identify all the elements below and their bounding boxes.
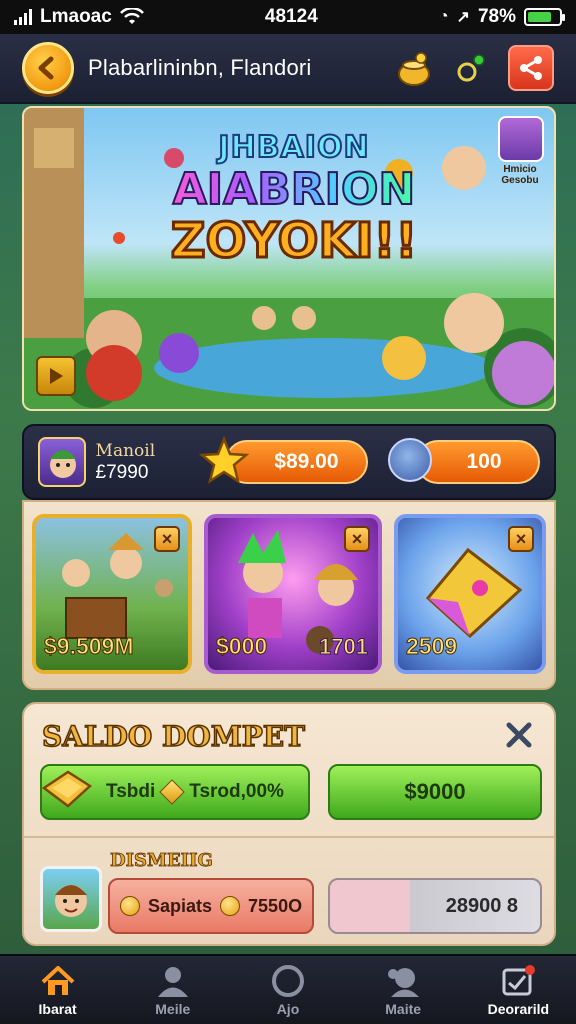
topup-label: Tsbdi — [106, 781, 156, 802]
player-score: £7990 — [95, 462, 149, 483]
player-avatar[interactable] — [38, 437, 86, 487]
circle-icon — [268, 963, 308, 999]
status-left: Lmaoac — [14, 6, 144, 28]
swap-button[interactable]: Sapiats 7550O — [108, 878, 314, 934]
nav-home[interactable]: Ibarat — [8, 963, 108, 1017]
friend-face-icon — [55, 885, 87, 917]
friends-icon — [383, 963, 423, 999]
balance-value: $9000 — [404, 779, 466, 804]
balance-button[interactable]: $9000 — [328, 764, 542, 820]
back-button[interactable] — [22, 42, 74, 94]
card-price: $000 — [215, 633, 268, 660]
topup-value: Tsrod,00% — [189, 781, 284, 802]
play-arrow-icon — [50, 368, 63, 384]
close-icon[interactable]: × — [344, 526, 370, 552]
banner-avatar-label: Hmicio Gesobu — [501, 164, 539, 186]
nav-label: Deorarild — [487, 1001, 550, 1017]
coin-icon — [220, 896, 241, 916]
app-header: Plabarlininbn, Flandori — [0, 34, 576, 104]
battery-percent: 78% — [477, 6, 516, 27]
alarm-icon: ◔ — [438, 8, 449, 25]
status-right: ◔ ↗ 78% — [438, 6, 565, 28]
friend-avatar[interactable] — [40, 866, 102, 932]
arrow-left-icon — [38, 56, 54, 80]
gems-value: 100 — [466, 450, 502, 473]
shop-card[interactable]: × 2509 — [394, 514, 546, 674]
nav-center[interactable]: Ajo — [238, 963, 338, 1017]
banner-title-line2: AIABRION — [164, 164, 424, 216]
status-time: 48124 — [264, 6, 318, 27]
carrier-name: Lmaoac — [40, 6, 112, 27]
coins-value: $89.00 — [274, 450, 339, 473]
card-extra-value: 1701 — [319, 634, 369, 660]
banner-title-line3: ZOYOKI!! — [169, 213, 419, 269]
share-icon — [520, 56, 542, 80]
gems-pill[interactable]: 100 — [388, 438, 540, 484]
player-face-icon — [50, 450, 76, 478]
topup-button[interactable]: Tsbdi Tsrod,00% — [40, 764, 310, 820]
banner-title-line1: JHBAION — [217, 129, 370, 166]
nav-label: Ajo — [276, 1001, 300, 1017]
total-value: 28900 8 — [445, 894, 518, 917]
coin-icon — [120, 896, 140, 916]
star-icon — [198, 436, 249, 484]
nav-profile[interactable]: Meile — [123, 963, 223, 1017]
wifi-icon — [119, 8, 144, 24]
shop-panel: × $9.509M × $000 1701 × 2509 — [22, 500, 556, 690]
swap-label: Sapiats — [148, 895, 213, 916]
wallet-panel: SALDO DOMPET Tsbdi Tsrod,00% $9000 DISME… — [22, 702, 556, 946]
shop-card[interactable]: × $9.509M — [32, 514, 192, 674]
location-icon: ↗ — [456, 9, 470, 26]
battery-fill — [527, 12, 552, 22]
card-price: 2509 — [405, 633, 458, 660]
section-label: DISMEIIG — [110, 850, 214, 872]
status-bar: Lmaoac 48124 ◔ ↗ 78% — [0, 0, 576, 34]
helper-avatar-icon — [388, 438, 433, 482]
total-display[interactable]: 28900 8 — [328, 878, 542, 934]
nav-label: Maite — [385, 1001, 422, 1017]
promo-banner[interactable]: JHBAION AIABRION ZOYOKI!! Hmicio Gesobu — [22, 106, 556, 411]
bottom-nav: Ibarat Meile Ajo Maite Deorarild — [0, 954, 576, 1024]
coins-pill[interactable]: $89.00 — [198, 436, 369, 484]
wallet-title: SALDO DOMPET — [41, 719, 305, 754]
nav-inbox[interactable]: Deorarild — [468, 963, 568, 1017]
nav-label: Meile — [155, 1001, 191, 1017]
gold-chest-icon — [41, 770, 93, 808]
gold-pot-button[interactable] — [392, 46, 436, 90]
battery-icon — [523, 8, 565, 26]
card-price: $9.509M — [44, 633, 135, 660]
page-title: Plabarlininbn, Flandori — [88, 55, 312, 80]
coin-icon — [159, 779, 185, 805]
link-button[interactable] — [450, 46, 494, 90]
close-icon[interactable] — [502, 718, 536, 752]
nav-label: Ibarat — [38, 1001, 77, 1017]
banner-avatar[interactable] — [498, 116, 544, 162]
close-icon[interactable]: × — [154, 526, 180, 552]
profile-icon — [153, 963, 193, 999]
signal-icon — [14, 9, 32, 25]
inbox-icon — [498, 963, 538, 999]
banner-next-button[interactable] — [36, 356, 76, 396]
nav-friends[interactable]: Maite — [353, 963, 453, 1017]
gold-pot-icon — [398, 52, 430, 86]
player-name: Manoil — [95, 441, 156, 461]
resource-bar: Manoil £7990 $89.00 100 — [22, 424, 556, 500]
link-icon — [457, 54, 485, 82]
close-icon[interactable]: × — [508, 526, 534, 552]
home-icon — [38, 963, 78, 999]
swap-value: 7550O — [248, 895, 303, 916]
divider — [24, 836, 554, 838]
shop-card[interactable]: × $000 1701 — [204, 514, 382, 674]
banner-title: JHBAION AIABRION ZOYOKI!! — [164, 129, 424, 269]
player-info: Manoil £7990 — [96, 440, 181, 484]
share-button[interactable] — [508, 45, 554, 91]
